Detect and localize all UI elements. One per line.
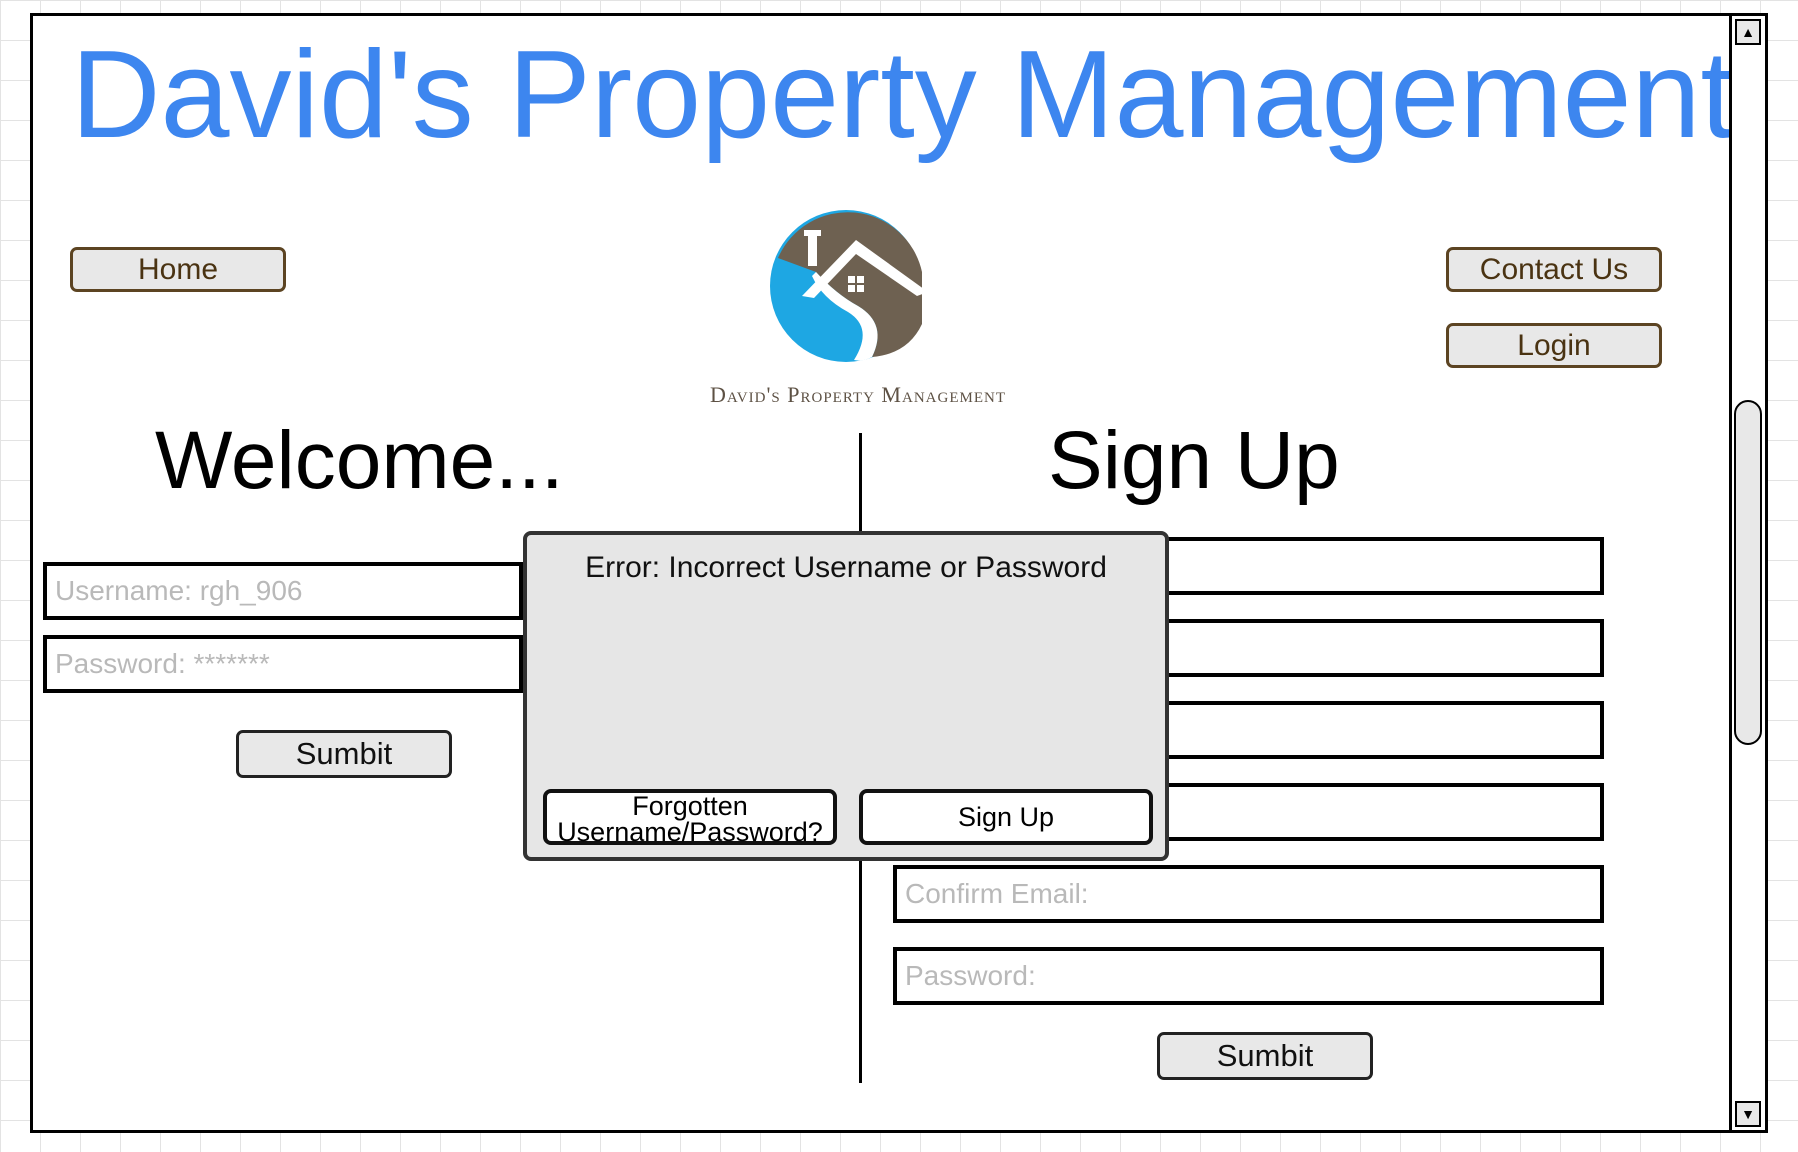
logo-wordmark: David's Property Management	[710, 382, 1006, 407]
confirm-email-input[interactable]	[893, 865, 1604, 923]
username-input[interactable]	[43, 562, 523, 620]
error-dialog: Error: Incorrect Username or Password Fo…	[523, 531, 1169, 861]
vertical-scrollbar[interactable]: ▲ ▼	[1729, 16, 1765, 1130]
scroll-down-button[interactable]: ▼	[1735, 1101, 1761, 1127]
signup-password-input[interactable]	[893, 947, 1604, 1005]
home-button[interactable]: Home	[70, 247, 286, 292]
forgot-label-line2: Username/Password?	[557, 817, 823, 847]
house-logo-icon	[770, 210, 928, 362]
welcome-heading: Welcome...	[155, 415, 564, 506]
dialog-signup-button[interactable]: Sign Up	[859, 789, 1153, 845]
site-title: David's Property Management	[71, 26, 1736, 164]
forgot-credentials-button[interactable]: Forgotten Username/Password?	[543, 789, 837, 847]
signup-submit-button[interactable]: Sumbit	[1157, 1032, 1373, 1080]
error-message: Error: Incorrect Username or Password	[585, 551, 1107, 584]
scroll-thumb[interactable]	[1734, 400, 1762, 745]
login-submit-button[interactable]: Sumbit	[236, 730, 452, 778]
forgot-label-line1: Forgotten	[632, 791, 748, 821]
app-window: David's Property Management Home Contact…	[30, 13, 1768, 1133]
login-button[interactable]: Login	[1446, 323, 1662, 368]
scroll-up-button[interactable]: ▲	[1735, 19, 1761, 45]
contact-us-button[interactable]: Contact Us	[1446, 247, 1662, 292]
signup-heading: Sign Up	[1048, 415, 1340, 506]
down-triangle-icon: ▼	[1741, 1106, 1755, 1122]
password-input[interactable]	[43, 635, 523, 693]
up-triangle-icon: ▲	[1741, 24, 1755, 40]
